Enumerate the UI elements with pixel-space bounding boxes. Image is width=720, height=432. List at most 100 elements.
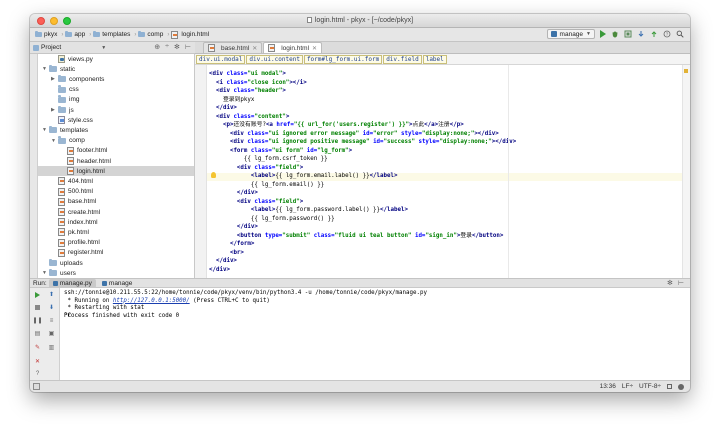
close-window-button[interactable]: [37, 17, 45, 25]
tree-item-label: header.html: [77, 157, 111, 165]
help-icon[interactable]: ?: [34, 370, 41, 377]
run-tab-manage[interactable]: manage: [98, 279, 137, 288]
tree-item[interactable]: ▼ templates: [42, 125, 88, 135]
line-separator[interactable]: LF÷: [622, 383, 633, 390]
breadcrumb-item[interactable]: templates: [92, 31, 133, 38]
close-icon[interactable]: ✕: [34, 358, 41, 365]
scroll-up-icon[interactable]: ⬆: [48, 291, 55, 298]
tree-item[interactable]: ▼ users: [42, 268, 76, 278]
tree-item[interactable]: ▼ static: [42, 64, 75, 74]
chevron-right-icon[interactable]: ▶: [51, 76, 58, 82]
tree-item[interactable]: ▶ js: [51, 105, 74, 115]
help-icon[interactable]: ?: [663, 30, 671, 38]
tree-item[interactable]: uploads: [42, 258, 83, 268]
run-console[interactable]: ssh://tonnie@10.211.55.5:22/home/tonnie/…: [60, 288, 690, 380]
run-tab-manage-py[interactable]: manage.py: [48, 278, 96, 288]
tree-item[interactable]: 500.html: [51, 187, 93, 197]
code-line: <p>还没有账号?<a href="{{ url_for('users.regi…: [209, 121, 464, 130]
tag-crumb[interactable]: div.ui.modal: [196, 54, 246, 64]
lock-icon[interactable]: [667, 384, 672, 389]
editor-tab-base-html[interactable]: base.html ✕: [203, 42, 263, 53]
tag-crumb[interactable]: form#lg_form.ui.form: [303, 54, 383, 64]
file-encoding[interactable]: UTF-8÷: [639, 383, 661, 390]
soft-wrap-icon[interactable]: ≡: [48, 317, 55, 324]
run-configuration-select[interactable]: manage ▼: [546, 29, 595, 39]
editor-tab-login-html[interactable]: login.html ✕: [263, 42, 323, 53]
tree-item[interactable]: img: [51, 95, 79, 105]
minimize-window-button[interactable]: [50, 17, 58, 25]
server-url-link[interactable]: http://127.0.0.1:5000/: [113, 298, 190, 304]
chevron-down-icon[interactable]: ▼: [42, 66, 49, 72]
pin-icon[interactable]: ✎: [34, 344, 41, 351]
code-line: <button type="submit" class="fluid ui te…: [209, 232, 503, 241]
html-file-icon: [171, 30, 179, 39]
code-token: </label>: [369, 173, 398, 179]
search-icon[interactable]: [676, 30, 684, 38]
tag-crumb[interactable]: div.field: [383, 54, 422, 64]
tree-item[interactable]: header.html: [60, 156, 111, 166]
tree-item[interactable]: pk.html: [51, 227, 89, 237]
tree-item-label: base.html: [68, 198, 97, 206]
tree-item[interactable]: register.html: [51, 248, 103, 258]
collapse-all-icon[interactable]: ÷: [165, 43, 169, 51]
chevron-right-icon[interactable]: ▶: [51, 107, 58, 113]
tag-crumb[interactable]: div.ui.content: [246, 54, 303, 64]
tree-item[interactable]: base.html: [51, 197, 96, 207]
tree-item[interactable]: 404.html: [51, 176, 93, 186]
code-token: </div>: [215, 258, 237, 264]
code-token: </a>: [424, 122, 439, 128]
close-icon[interactable]: ✕: [252, 45, 257, 52]
breadcrumb-item[interactable]: pkyx: [34, 31, 60, 38]
code-token: >: [282, 88, 286, 94]
vcs-commit-icon[interactable]: [650, 30, 658, 38]
pause-icon[interactable]: ❚❚: [32, 317, 42, 324]
warning-marker[interactable]: [684, 69, 688, 73]
project-panel-title[interactable]: Project: [41, 44, 61, 51]
tree-item[interactable]: views.py: [51, 54, 93, 64]
tree-item[interactable]: ▶ components: [51, 74, 104, 84]
tree-item[interactable]: profile.html: [51, 238, 100, 248]
tool-windows-toggle-icon[interactable]: [33, 383, 40, 390]
chevron-down-icon[interactable]: ▼: [42, 127, 49, 133]
vcs-update-icon[interactable]: [637, 30, 645, 38]
chevron-down-icon[interactable]: ▼: [42, 270, 49, 276]
tag-crumb[interactable]: label: [422, 54, 447, 64]
restore-layout-icon[interactable]: ▤: [34, 330, 41, 337]
tree-item[interactable]: style.css: [51, 115, 93, 125]
editor-gutter[interactable]: [195, 65, 207, 278]
inspector-icon[interactable]: [678, 383, 684, 390]
sync-icon[interactable]: ⊕: [154, 43, 160, 51]
caret-position[interactable]: 13:36: [600, 383, 616, 390]
lightbulb-icon[interactable]: [211, 171, 216, 178]
tree-item[interactable]: ▼ comp: [51, 136, 85, 146]
tree-item[interactable]: footer.html: [60, 146, 107, 156]
clear-all-icon[interactable]: ▥: [48, 344, 55, 351]
run-icon[interactable]: [600, 30, 606, 38]
chevron-down-icon[interactable]: ▼: [101, 45, 106, 51]
gear-icon[interactable]: ✻: [174, 43, 180, 51]
breadcrumb-item[interactable]: login.html: [170, 30, 212, 39]
tree-item-label: 500.html: [68, 188, 93, 196]
close-icon[interactable]: ✕: [312, 45, 317, 52]
tree-item-label: create.html: [68, 208, 101, 216]
tree-item[interactable]: login.html: [60, 166, 105, 176]
rerun-icon[interactable]: [34, 291, 41, 298]
tree-item[interactable]: create.html: [51, 207, 100, 217]
hide-panel-icon[interactable]: ⊢: [185, 43, 191, 51]
stop-icon[interactable]: [34, 304, 41, 311]
code-editor[interactable]: <div class="ui modal"> <i class="close i…: [207, 65, 690, 278]
breadcrumb-item[interactable]: comp: [137, 31, 166, 38]
gear-icon[interactable]: ✻: [667, 279, 673, 287]
breadcrumb-item[interactable]: app: [64, 31, 88, 38]
print-icon[interactable]: ▣: [48, 330, 55, 337]
tree-item[interactable]: css: [51, 85, 79, 95]
hide-panel-icon[interactable]: ⊢: [678, 279, 684, 287]
code-line: </div>: [209, 189, 258, 198]
error-stripe[interactable]: [682, 65, 690, 278]
scroll-down-icon[interactable]: ⬇: [48, 304, 55, 311]
debug-icon[interactable]: [611, 30, 619, 38]
tree-item[interactable]: index.html: [51, 217, 98, 227]
chevron-down-icon[interactable]: ▼: [51, 138, 58, 144]
coverage-icon[interactable]: [624, 30, 632, 38]
maximize-window-button[interactable]: [63, 17, 71, 25]
